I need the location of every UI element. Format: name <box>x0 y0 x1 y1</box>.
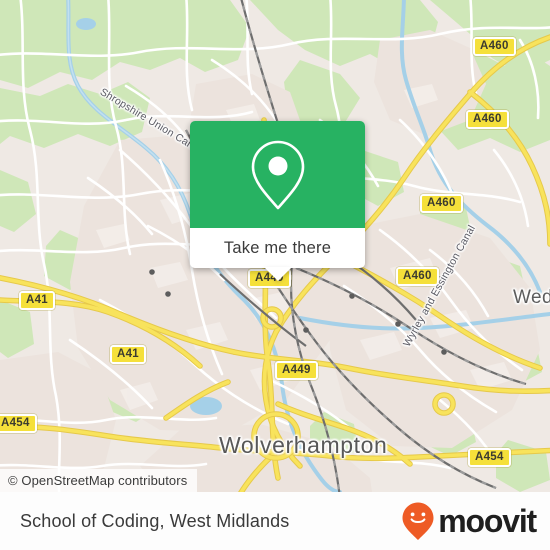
road-shield: A449 <box>275 361 318 380</box>
road-shield: A460 <box>466 110 509 129</box>
take-me-there-callout[interactable]: Take me there <box>190 121 365 281</box>
map-place-label: Wolverhampton <box>219 432 388 458</box>
location-title: School of Coding, West Midlands <box>20 510 290 531</box>
road-shield: A41 <box>19 291 55 310</box>
location-pin-icon <box>251 140 304 209</box>
road-shield: A460 <box>473 37 516 56</box>
map-canvas[interactable]: A460 A460 A460 A460 A41 A41 A449 A449 A454 A454 W… <box>0 0 550 492</box>
moovit-wordmark: moovit <box>438 503 537 539</box>
callout-button-area[interactable]: Take me there <box>190 228 365 281</box>
moovit-map-screen: A460 A460 A460 A460 A41 A41 A449 A449 A454 A454 W… <box>0 0 550 550</box>
footer-bar: School of Coding, West Midlands moovit <box>0 492 550 550</box>
road-shield: A460 <box>396 267 439 286</box>
moovit-pin-smiley-icon <box>402 502 434 540</box>
road-shield: A454 <box>0 414 37 433</box>
callout-icon-area <box>190 121 365 228</box>
take-me-there-label: Take me there <box>223 238 332 257</box>
road-shield: A460 <box>420 194 463 213</box>
road-shield: A41 <box>110 345 146 364</box>
road-shield: A454 <box>468 448 511 467</box>
moovit-logo[interactable]: moovit <box>401 501 537 541</box>
map-place-label: Wedn <box>513 287 550 308</box>
callout-pointer-tail <box>263 267 292 281</box>
osm-attribution[interactable]: © OpenStreetMap contributors <box>0 469 198 492</box>
